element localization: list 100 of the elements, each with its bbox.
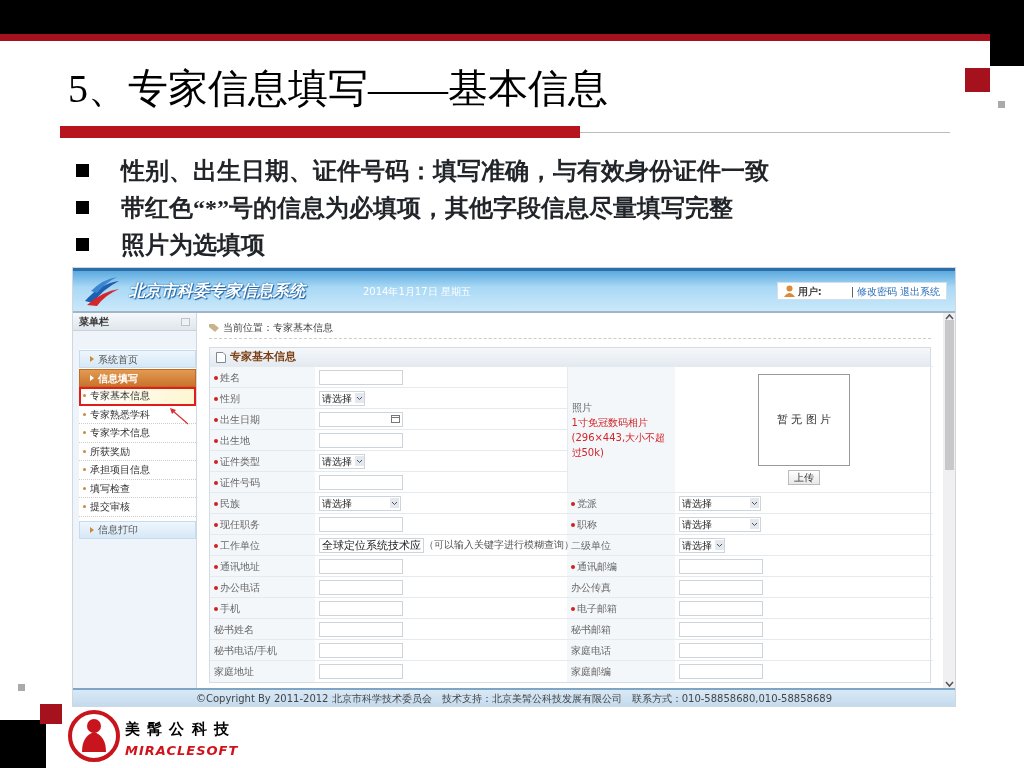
select-dropdown[interactable]: 请选择 [679, 537, 725, 553]
field-label: 证件类型 [220, 455, 260, 467]
input-field[interactable] [319, 516, 403, 532]
caret-icon [90, 526, 94, 533]
input-field[interactable] [319, 664, 403, 679]
field-label: 手机 [220, 602, 240, 614]
field-label: 办公电话 [220, 581, 260, 593]
menu-group[interactable]: 信息打印 [79, 520, 196, 539]
scrollbar[interactable] [943, 313, 955, 688]
menu-item[interactable]: 提交审核 [79, 498, 196, 517]
header-link[interactable]: 退出系统 [900, 283, 940, 299]
input-field[interactable] [679, 621, 763, 637]
field-label: 民族 [220, 497, 240, 509]
bullet-square [76, 238, 89, 251]
menu-item[interactable]: 承担项目信息 [79, 461, 196, 480]
input-field[interactable] [319, 642, 403, 658]
user-icon [783, 285, 795, 297]
field-label: 通讯地址 [220, 560, 260, 572]
input-field[interactable] [679, 558, 763, 574]
select-dropdown[interactable]: 请选择 [319, 453, 365, 469]
caret-icon [90, 356, 94, 362]
tag-icon [209, 323, 219, 332]
scroll-up-icon[interactable] [944, 313, 954, 320]
input-field[interactable] [319, 621, 403, 637]
input-field[interactable] [319, 474, 403, 490]
scroll-down-icon[interactable] [944, 681, 954, 688]
select-dropdown[interactable]: 请选择 [319, 495, 401, 511]
field-label: 照片 [571, 400, 593, 415]
date-field[interactable] [319, 411, 403, 427]
field-label: 家庭地址 [214, 665, 254, 677]
field-label: 秘书姓名 [214, 623, 254, 635]
company-name-latin: MIRACLESOFT [125, 741, 239, 760]
decor-square [18, 684, 25, 691]
calendar-icon [391, 415, 400, 424]
input-field[interactable] [319, 369, 403, 385]
menu-group[interactable]: 系统首页 [79, 350, 196, 368]
field-label: 家庭电话 [571, 644, 611, 656]
select-dropdown[interactable]: 请选择 [679, 495, 761, 511]
sidebar-title: 菜单栏 [79, 315, 109, 329]
field-label: 二级单位 [571, 539, 611, 551]
bullet-square [76, 164, 89, 177]
field-label: 秘书邮箱 [571, 623, 611, 635]
field-label: 通讯邮编 [577, 560, 617, 572]
input-field[interactable]: 全球定位系统技术应 [319, 537, 424, 553]
field-label: 性别 [220, 392, 240, 404]
user-label: 用户: [797, 284, 822, 299]
input-field[interactable] [679, 664, 763, 679]
bullet-text: 带红色“*”号的信息为必填项，其他字段信息尽量填写完整 [121, 193, 733, 223]
menu-item[interactable]: 所获奖励 [79, 442, 196, 461]
annotation-arrow [169, 407, 189, 425]
app-footer: ©Copyright By 2011-2012 北京市科学技术委员会 技术支持：北京美髯公科技发展有限公司 联系方式：010-58858680,010-58858689 [73, 688, 955, 706]
input-field[interactable] [319, 558, 403, 574]
decor-square [998, 101, 1005, 108]
company-name: 美 髯 公 科 技 [125, 719, 231, 740]
caret-icon [90, 375, 94, 381]
decor-square [965, 68, 990, 92]
chevron-down-icon [750, 498, 759, 509]
select-dropdown[interactable]: 请选择 [319, 390, 365, 406]
upload-button[interactable]: 上传 [788, 470, 820, 485]
field-label: 现任职务 [220, 518, 260, 530]
field-label: 姓名 [220, 371, 240, 383]
bullet-text: 照片为选填项 [121, 230, 265, 260]
input-field[interactable] [679, 579, 763, 595]
collapse-icon[interactable] [181, 317, 190, 326]
document-icon [216, 351, 226, 363]
separator-text: | [850, 284, 854, 299]
photo-note: 1寸免冠数码相片(296×443,大小不超过50k) [571, 415, 667, 460]
bullet-text: 性别、出生日期、证件号码：填写准确，与有效身份证件一致 [121, 156, 769, 186]
date-text: 2014年1月17日 星期五 [363, 284, 471, 299]
chevron-down-icon [750, 519, 759, 530]
chevron-down-icon [715, 540, 724, 551]
menu-item[interactable]: 专家学术信息 [79, 424, 196, 443]
breadcrumb-text: 当前位置：专家基本信息 [223, 321, 333, 335]
field-label: 秘书电话/手机 [214, 644, 278, 656]
field-label: 证件号码 [220, 476, 260, 488]
form-title: 专家基本信息 [230, 348, 296, 365]
field-label: 家庭邮编 [571, 665, 611, 677]
field-label: 出生日期 [220, 413, 260, 425]
scroll-thumb[interactable] [944, 320, 954, 470]
chevron-down-icon [390, 498, 399, 509]
field-label: 电子邮箱 [577, 602, 617, 614]
input-field[interactable] [319, 432, 403, 448]
input-field[interactable] [679, 600, 763, 616]
input-field[interactable] [319, 600, 403, 616]
slide-title: 5、专家信息填写——基本信息 [68, 65, 608, 113]
select-dropdown[interactable]: 请选择 [679, 516, 761, 532]
field-label: 办公传真 [571, 581, 611, 593]
menu-item[interactable]: 专家基本信息 [79, 387, 196, 406]
field-label: 工作单位 [220, 539, 260, 551]
placeholder-text: 暂 无 图 片 [776, 411, 832, 428]
chevron-down-icon [355, 456, 364, 467]
menu-item[interactable]: 填写检查 [79, 479, 196, 498]
field-label: 党派 [577, 497, 597, 509]
menu-item[interactable]: 专家熟悉学科 [79, 405, 196, 424]
field-label: 职称 [577, 518, 597, 530]
input-field[interactable] [679, 642, 763, 658]
input-field[interactable] [319, 579, 403, 595]
header-link[interactable]: 修改密码 [857, 283, 897, 299]
emblem-logo-icon [68, 710, 120, 762]
field-label: 出生地 [220, 434, 250, 446]
